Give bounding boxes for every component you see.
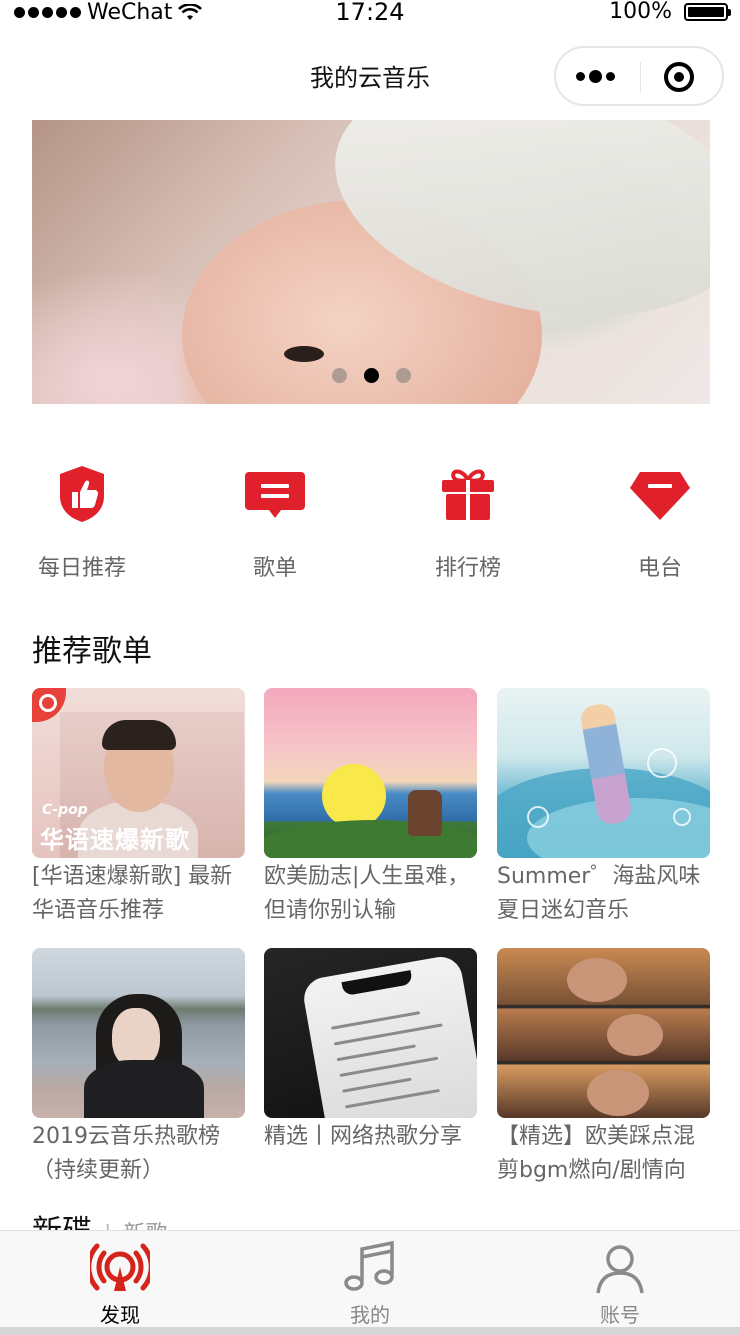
- gift-icon: [442, 469, 494, 520]
- playlist-cover: [497, 688, 710, 858]
- playlist-card[interactable]: Summer゜海盐风味 夏日迷幻音乐: [497, 688, 710, 928]
- status-bar: WeChat 17:24 100%: [0, 0, 740, 26]
- music-note-icon: [344, 1240, 394, 1291]
- battery-icon: [684, 2, 731, 21]
- cover-tag: C-pop: [42, 802, 88, 818]
- thumbs-up-shield-icon: [60, 466, 104, 522]
- banner-carousel[interactable]: [32, 120, 710, 404]
- status-right: 100%: [609, 0, 731, 24]
- tab-discover[interactable]: 发现: [40, 1237, 200, 1328]
- playlist-cover: C-pop 华语速爆新歌: [32, 688, 245, 858]
- playlist-message-icon: [245, 472, 305, 518]
- tab-label: 账号: [600, 1303, 640, 1327]
- nav-bar: 我的云音乐: [0, 44, 740, 108]
- category-label: 歌单: [252, 556, 297, 581]
- banner-dot-active[interactable]: [364, 368, 379, 383]
- playlist-title: [华语速爆新歌] 最新华语音乐推荐: [32, 864, 233, 923]
- category-label: 排行榜: [434, 556, 501, 581]
- user-icon: [596, 1245, 644, 1294]
- category-label: 每日推荐: [37, 556, 126, 581]
- banner-eye: [284, 346, 324, 362]
- playlist-cover: [264, 948, 477, 1118]
- battery-percent: 100%: [609, 0, 672, 24]
- banner-indicator: [332, 368, 411, 383]
- banner-dot[interactable]: [332, 368, 347, 383]
- playlist-title: 【精选】欧美踩点混剪bgm燃向/剧情向: [497, 1124, 696, 1183]
- playlist-card[interactable]: 欧美励志|人生虽难，但请你别认输: [264, 688, 477, 928]
- category-playlist[interactable]: 歌单: [205, 462, 345, 582]
- section-title-recommend: 推荐歌单: [32, 634, 152, 669]
- playlist-card[interactable]: 【精选】欧美踩点混剪bgm燃向/剧情向: [497, 948, 710, 1188]
- tab-account[interactable]: 账号: [540, 1237, 700, 1328]
- category-radio[interactable]: 电台: [590, 462, 730, 582]
- playlist-cover: [32, 948, 245, 1118]
- tab-mine[interactable]: 我的: [290, 1237, 450, 1328]
- category-row: 每日推荐 歌单 排行榜 电台: [0, 462, 740, 592]
- radio-gem-icon: [630, 472, 690, 520]
- playlist-title: 欧美励志|人生虽难，但请你别认输: [264, 864, 470, 923]
- tab-label: 我的: [350, 1303, 390, 1327]
- playlist-card[interactable]: 2019云音乐热歌榜（持续更新）: [32, 948, 245, 1188]
- cover-title: 华语速爆新歌: [40, 826, 190, 854]
- tab-label: 发现: [100, 1303, 140, 1327]
- playlist-title: 2019云音乐热歌榜（持续更新）: [32, 1124, 220, 1183]
- playlist-card[interactable]: C-pop 华语速爆新歌 [华语速爆新歌] 最新华语音乐推荐: [32, 688, 245, 928]
- close-miniprogram-icon[interactable]: [664, 62, 694, 92]
- playlist-cover: [264, 688, 477, 858]
- category-label: 电台: [637, 556, 682, 581]
- capsule-divider: [640, 62, 641, 92]
- tab-bar: 发现 我的 账号: [0, 1230, 740, 1335]
- miniprogram-capsule: [554, 46, 724, 106]
- playlist-title: Summer゜海盐风味 夏日迷幻音乐: [497, 864, 701, 923]
- category-rankings[interactable]: 排行榜: [398, 462, 538, 582]
- more-icon[interactable]: [576, 70, 615, 83]
- category-daily[interactable]: 每日推荐: [12, 462, 152, 582]
- playlist-title: 精选丨网络热歌分享: [264, 1124, 463, 1149]
- banner-dot[interactable]: [396, 368, 411, 383]
- playlist-cover: [497, 948, 710, 1118]
- discover-radio-icon: [90, 1243, 150, 1291]
- playlist-card[interactable]: 精选丨网络热歌分享: [264, 948, 477, 1188]
